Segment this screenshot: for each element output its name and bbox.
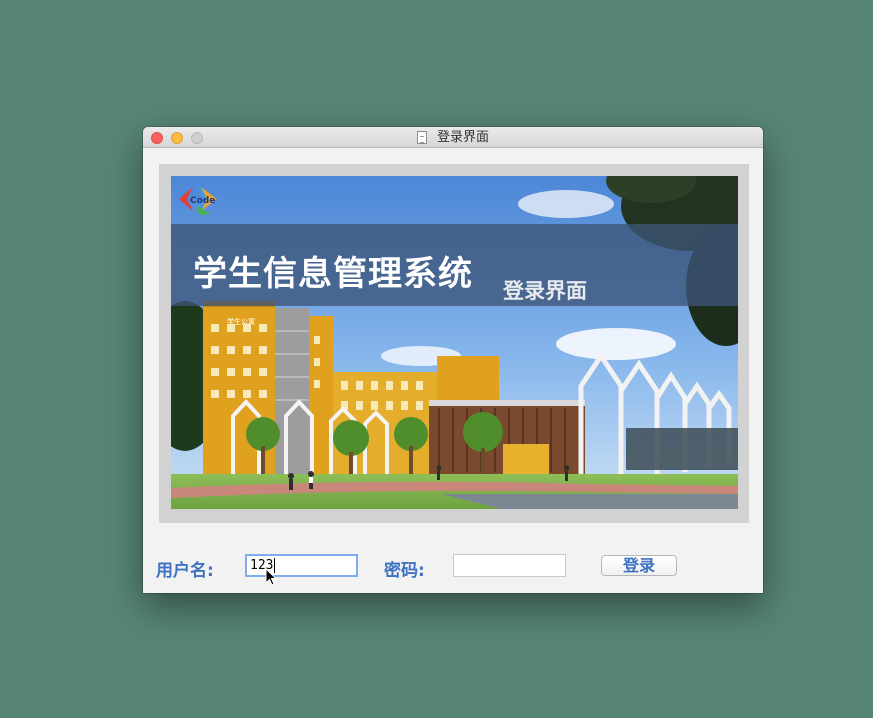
username-label: 用户名:	[156, 561, 214, 581]
login-button[interactable]: 登录	[601, 555, 677, 576]
system-title: 学生信息管理系统	[193, 254, 473, 294]
logo-text: Code	[190, 196, 216, 206]
banner-frame: 学生公寓 Code 学生信息管理系统 登录界面	[159, 164, 749, 523]
title-wrap: 登录界面	[143, 127, 763, 148]
password-label: 密码:	[384, 561, 425, 581]
banner-image: 学生公寓 Code 学生信息管理系统 登录界面	[171, 176, 738, 509]
document-icon	[416, 131, 427, 144]
building-sign: 学生公寓	[227, 317, 255, 326]
title-bar[interactable]: 登录界面	[143, 127, 763, 148]
window-title: 登录界面	[437, 130, 490, 145]
mouse-pointer-icon	[265, 568, 278, 586]
login-form: 用户名: 123 密码: 登录	[143, 548, 763, 584]
login-window: 登录界面 学生公寓 Code 学生信息管理系统 登录界面 用户名: 123 密码…	[143, 127, 763, 593]
logo: Code	[177, 182, 219, 216]
password-input[interactable]	[453, 554, 566, 577]
username-input[interactable]: 123	[245, 554, 358, 577]
login-subtitle: 登录界面	[503, 279, 587, 303]
